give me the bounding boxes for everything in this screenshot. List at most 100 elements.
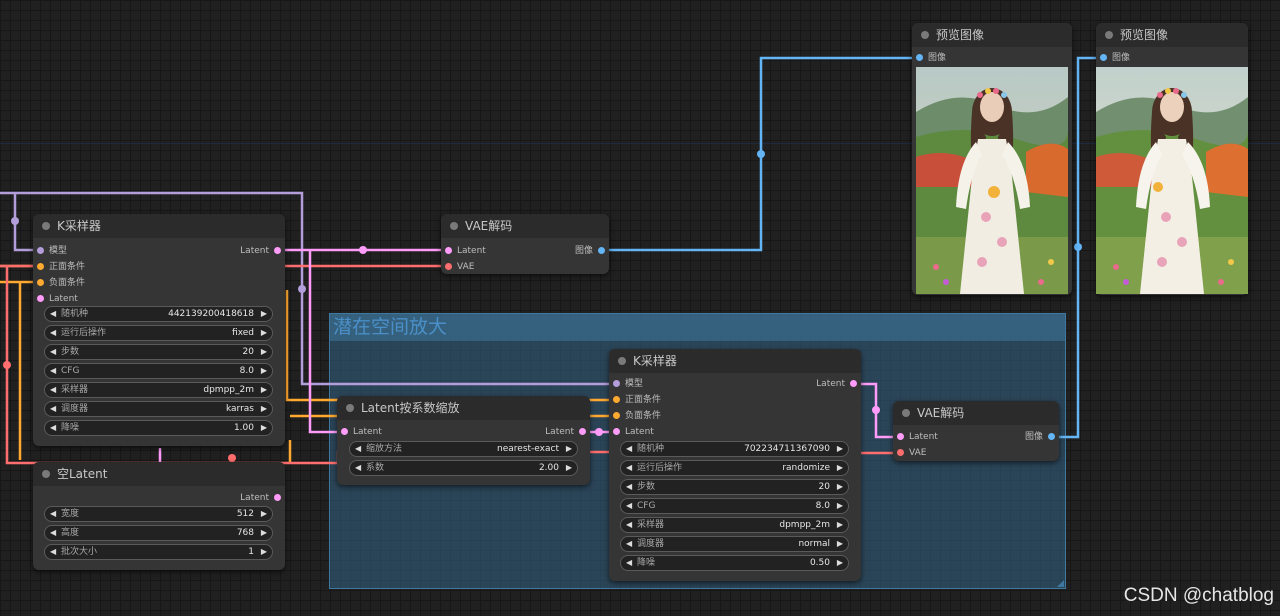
node-title-bar[interactable]: 预览图像 bbox=[912, 23, 1072, 47]
left-arrow-icon[interactable]: ◀ bbox=[50, 364, 56, 378]
widget-seed[interactable]: ◀ 随机种 442139200418618 ▶ bbox=[44, 306, 273, 322]
widget-batch-size[interactable]: ◀ 批次大小 1 ▶ bbox=[44, 544, 273, 560]
widget-height[interactable]: ◀ 高度 768 ▶ bbox=[44, 525, 273, 541]
left-arrow-icon[interactable]: ◀ bbox=[50, 326, 56, 340]
input-negative[interactable]: 负面条件 bbox=[613, 409, 661, 423]
output-image[interactable]: 图像 bbox=[575, 244, 605, 258]
widget-upscale-method[interactable]: ◀ 缩放方法 nearest-exact ▶ bbox=[349, 441, 578, 457]
ksampler-node-1[interactable]: K采样器 模型 Latent 正面条件 负面条件 Latent ◀ 随机种 4421… bbox=[33, 214, 285, 446]
image-socket-icon[interactable] bbox=[1100, 54, 1107, 61]
latent-socket-icon[interactable] bbox=[850, 380, 857, 387]
left-arrow-icon[interactable]: ◀ bbox=[50, 345, 56, 359]
output-latent[interactable]: Latent bbox=[816, 377, 857, 391]
vae-socket-icon[interactable] bbox=[897, 449, 904, 456]
right-arrow-icon[interactable]: ▶ bbox=[261, 421, 267, 435]
widget-cfg[interactable]: ◀ CFG 8.0 ▶ bbox=[620, 498, 849, 514]
collapse-dot-icon[interactable] bbox=[42, 222, 50, 230]
widget-scheduler[interactable]: ◀ 调度器 normal ▶ bbox=[620, 536, 849, 552]
right-arrow-icon[interactable]: ▶ bbox=[261, 526, 267, 540]
collapse-dot-icon[interactable] bbox=[618, 357, 626, 365]
preview-image-node-1[interactable]: 预览图像 图像 bbox=[912, 23, 1072, 295]
vae-decode-node-2[interactable]: VAE解码 Latent 图像 VAE bbox=[893, 401, 1059, 461]
latent-socket-icon[interactable] bbox=[613, 428, 620, 435]
image-socket-icon[interactable] bbox=[598, 247, 605, 254]
latent-socket-icon[interactable] bbox=[897, 433, 904, 440]
right-arrow-icon[interactable]: ▶ bbox=[837, 537, 843, 551]
output-latent[interactable]: Latent bbox=[240, 491, 281, 505]
conditioning-socket-icon[interactable] bbox=[613, 396, 620, 403]
latent-socket-icon[interactable] bbox=[274, 494, 281, 501]
right-arrow-icon[interactable]: ▶ bbox=[837, 461, 843, 475]
conditioning-socket-icon[interactable] bbox=[37, 263, 44, 270]
widget-width[interactable]: ◀ 宽度 512 ▶ bbox=[44, 506, 273, 522]
node-title-bar[interactable]: K采样器 bbox=[609, 349, 861, 373]
ksampler-node-2[interactable]: K采样器 模型 Latent 正面条件 负面条件 Latent ◀ 随机种 7022… bbox=[609, 349, 861, 581]
output-image[interactable]: 图像 bbox=[1025, 430, 1055, 444]
widget-sampler[interactable]: ◀ 采样器 dpmpp_2m ▶ bbox=[620, 517, 849, 533]
collapse-dot-icon[interactable] bbox=[42, 470, 50, 478]
right-arrow-icon[interactable]: ▶ bbox=[566, 461, 572, 475]
model-socket-icon[interactable] bbox=[613, 380, 620, 387]
right-arrow-icon[interactable]: ▶ bbox=[261, 545, 267, 559]
collapse-dot-icon[interactable] bbox=[921, 31, 929, 39]
node-title-bar[interactable]: 预览图像 bbox=[1096, 23, 1248, 47]
latent-socket-icon[interactable] bbox=[37, 295, 44, 302]
input-latent[interactable]: Latent bbox=[445, 244, 486, 258]
right-arrow-icon[interactable]: ▶ bbox=[261, 507, 267, 521]
widget-sampler[interactable]: ◀ 采样器 dpmpp_2m ▶ bbox=[44, 382, 273, 398]
left-arrow-icon[interactable]: ◀ bbox=[626, 461, 632, 475]
node-title-bar[interactable]: VAE解码 bbox=[893, 401, 1059, 425]
input-image[interactable]: 图像 bbox=[1100, 51, 1130, 65]
collapse-dot-icon[interactable] bbox=[450, 222, 458, 230]
latent-socket-icon[interactable] bbox=[445, 247, 452, 254]
input-negative[interactable]: 负面条件 bbox=[37, 276, 85, 290]
output-latent[interactable]: Latent bbox=[545, 425, 586, 439]
input-positive[interactable]: 正面条件 bbox=[37, 260, 85, 274]
input-vae[interactable]: VAE bbox=[897, 446, 926, 460]
input-latent[interactable]: Latent bbox=[613, 425, 654, 439]
right-arrow-icon[interactable]: ▶ bbox=[261, 345, 267, 359]
right-arrow-icon[interactable]: ▶ bbox=[261, 364, 267, 378]
left-arrow-icon[interactable]: ◀ bbox=[626, 480, 632, 494]
right-arrow-icon[interactable]: ▶ bbox=[837, 499, 843, 513]
left-arrow-icon[interactable]: ◀ bbox=[50, 545, 56, 559]
left-arrow-icon[interactable]: ◀ bbox=[626, 537, 632, 551]
collapse-dot-icon[interactable] bbox=[1105, 31, 1113, 39]
input-latent[interactable]: Latent bbox=[37, 292, 78, 306]
widget-steps[interactable]: ◀ 步数 20 ▶ bbox=[620, 479, 849, 495]
widget-scale-by[interactable]: ◀ 系数 2.00 ▶ bbox=[349, 460, 578, 476]
left-arrow-icon[interactable]: ◀ bbox=[50, 402, 56, 416]
widget-denoise[interactable]: ◀ 降噪 1.00 ▶ bbox=[44, 420, 273, 436]
right-arrow-icon[interactable]: ▶ bbox=[837, 442, 843, 456]
input-latent[interactable]: Latent bbox=[897, 430, 938, 444]
widget-steps[interactable]: ◀ 步数 20 ▶ bbox=[44, 344, 273, 360]
left-arrow-icon[interactable]: ◀ bbox=[50, 507, 56, 521]
image-socket-icon[interactable] bbox=[916, 54, 923, 61]
node-title-bar[interactable]: K采样器 bbox=[33, 214, 285, 238]
model-socket-icon[interactable] bbox=[37, 247, 44, 254]
vae-decode-node-1[interactable]: VAE解码 Latent 图像 VAE bbox=[441, 214, 609, 274]
latent-socket-icon[interactable] bbox=[579, 428, 586, 435]
left-arrow-icon[interactable]: ◀ bbox=[355, 461, 361, 475]
image-socket-icon[interactable] bbox=[1048, 433, 1055, 440]
right-arrow-icon[interactable]: ▶ bbox=[261, 326, 267, 340]
preview-image[interactable] bbox=[916, 67, 1068, 294]
preview-image-node-2[interactable]: 预览图像 图像 bbox=[1096, 23, 1248, 295]
left-arrow-icon[interactable]: ◀ bbox=[50, 383, 56, 397]
input-image[interactable]: 图像 bbox=[916, 51, 946, 65]
input-vae[interactable]: VAE bbox=[445, 260, 474, 274]
preview-image[interactable] bbox=[1096, 67, 1248, 294]
collapse-dot-icon[interactable] bbox=[346, 404, 354, 412]
left-arrow-icon[interactable]: ◀ bbox=[50, 421, 56, 435]
latent-socket-icon[interactable] bbox=[274, 247, 281, 254]
vae-socket-icon[interactable] bbox=[445, 263, 452, 270]
widget-denoise[interactable]: ◀ 降噪 0.50 ▶ bbox=[620, 555, 849, 571]
left-arrow-icon[interactable]: ◀ bbox=[626, 442, 632, 456]
widget-control-after[interactable]: ◀ 运行后操作 randomize ▶ bbox=[620, 460, 849, 476]
input-model[interactable]: 模型 bbox=[613, 377, 643, 391]
node-title-bar[interactable]: 空Latent bbox=[33, 462, 285, 486]
empty-latent-node[interactable]: 空Latent Latent ◀ 宽度 512 ▶ ◀ 高度 768 ▶ ◀ 批次大小 1 ▶ bbox=[33, 462, 285, 570]
node-title-bar[interactable]: VAE解码 bbox=[441, 214, 609, 238]
collapse-dot-icon[interactable] bbox=[902, 409, 910, 417]
group-title[interactable]: 潜在空间放大 bbox=[330, 314, 1065, 341]
